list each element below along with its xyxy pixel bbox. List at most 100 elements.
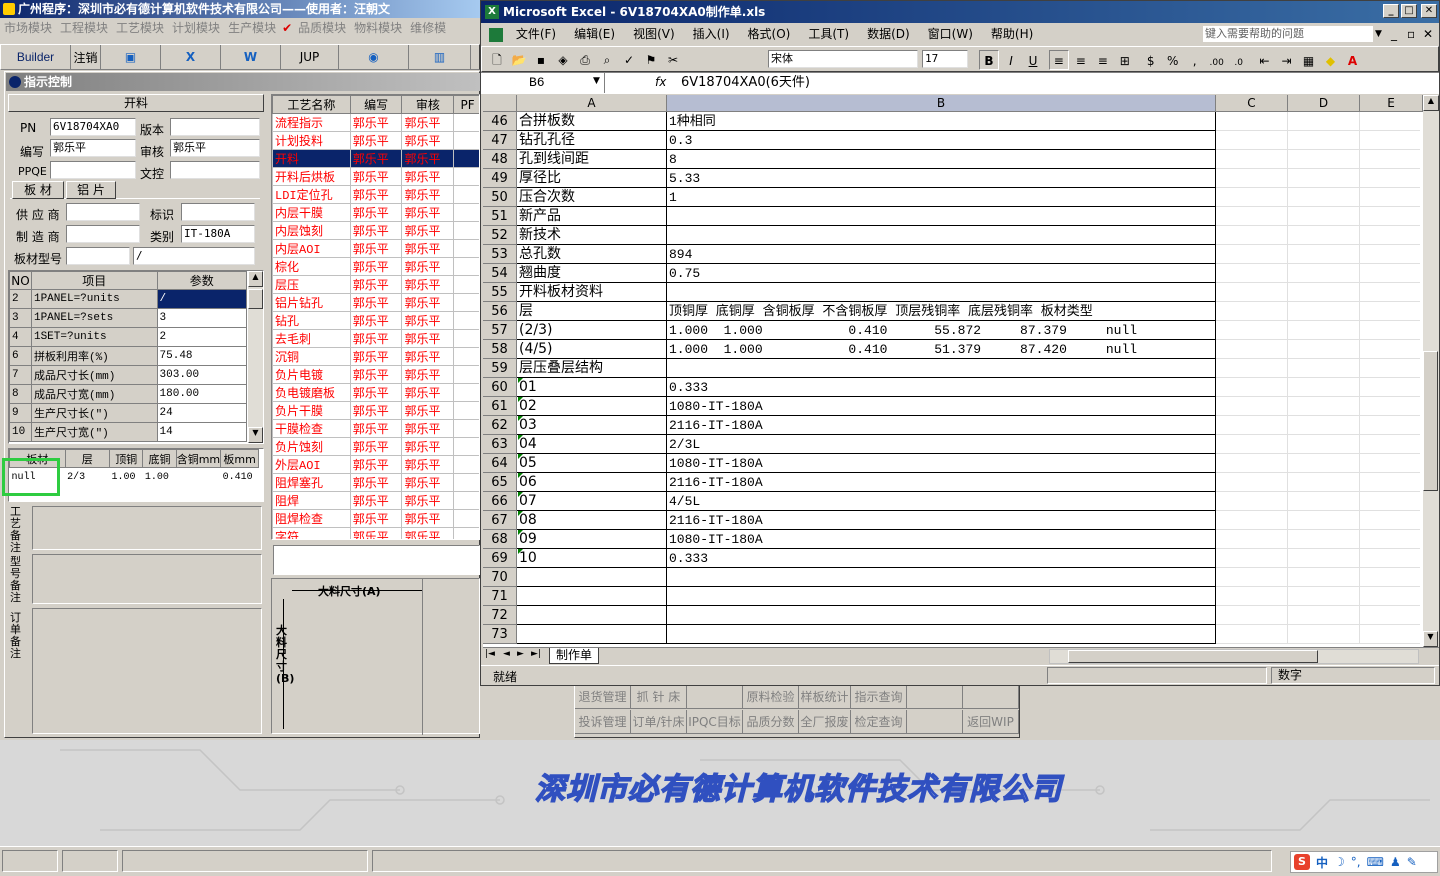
maximize-button[interactable]: □ (1401, 4, 1417, 18)
tab-aluminum[interactable]: 铝 片 (66, 181, 116, 199)
module-button[interactable]: 退货管理 (575, 685, 631, 709)
cell-d[interactable] (1288, 283, 1360, 302)
row-header[interactable]: 72 (483, 606, 517, 625)
cell-a[interactable]: 06 (517, 473, 667, 492)
cell-c[interactable] (1216, 264, 1288, 283)
process-row[interactable]: 负电镀磨板 郭乐平 郭乐平 (272, 383, 479, 402)
cell-e[interactable] (1360, 226, 1420, 245)
name-box-dropdown-icon[interactable]: ▼ (593, 76, 600, 86)
increase-decimal-icon[interactable]: .00 (1207, 53, 1227, 73)
wrench-icon[interactable]: ✎ (1407, 855, 1417, 869)
cell-a[interactable] (517, 568, 667, 587)
cell-a[interactable] (517, 587, 667, 606)
row-header[interactable]: 62 (483, 416, 517, 435)
cell-d[interactable] (1288, 454, 1360, 473)
cell-d[interactable] (1288, 226, 1360, 245)
param-row[interactable]: 8 成品尺寸宽(mm) 180.00 (9, 384, 248, 404)
mark-field[interactable] (181, 203, 255, 221)
cell-c[interactable] (1216, 435, 1288, 454)
cell-b[interactable]: 0.333 (667, 549, 1216, 568)
process-row[interactable]: 阻焊 郭乐平 郭乐平 (272, 491, 479, 510)
module-button[interactable]: 检定查询 (851, 710, 907, 734)
row-header[interactable]: 48 (483, 150, 517, 169)
cell-d[interactable] (1288, 302, 1360, 321)
cell-a[interactable]: 01 (517, 378, 667, 397)
param-row[interactable]: 7 成品尺寸长(mm) 303.00 (9, 365, 248, 385)
bold-button[interactable]: B (979, 50, 999, 70)
underline-button[interactable]: U (1023, 51, 1043, 71)
process-row[interactable]: 开料 郭乐平 郭乐平 (272, 149, 479, 168)
cell-e[interactable] (1360, 435, 1420, 454)
app-menu-item[interactable]: 市场模块 (4, 21, 52, 35)
cell-d[interactable] (1288, 150, 1360, 169)
cell-e[interactable] (1360, 454, 1420, 473)
cell-e[interactable] (1360, 264, 1420, 283)
cell-b[interactable]: 1.000 1.000 0.410 51.379 87.420 null (667, 340, 1216, 359)
process-row[interactable]: 内层干膜 郭乐平 郭乐平 (272, 203, 479, 222)
layer-column-header[interactable]: 板mm (220, 449, 259, 468)
font-name-select[interactable]: 宋体 (768, 50, 918, 68)
module-button[interactable] (907, 685, 963, 709)
close-button[interactable]: ✕ (1421, 4, 1437, 18)
param-table-scrollbar[interactable]: ▲ ▼ (247, 271, 263, 443)
cell-b[interactable] (667, 207, 1216, 226)
toolbar-button[interactable]: 注销 (71, 45, 101, 69)
review-field[interactable]: 郭乐平 (170, 139, 260, 157)
cell-c[interactable] (1216, 302, 1288, 321)
cell-b[interactable] (667, 625, 1216, 644)
cell-b[interactable] (667, 283, 1216, 302)
cell-a[interactable]: 03 (517, 416, 667, 435)
cell-a[interactable]: 层压叠层结构 (517, 359, 667, 378)
cell-e[interactable] (1360, 511, 1420, 530)
tab-sheet-material[interactable]: 板 材 (12, 181, 64, 199)
print-icon[interactable]: ⎙ (575, 50, 595, 70)
row-header[interactable]: 56 (483, 302, 517, 321)
fill-color-icon[interactable]: ◆ (1320, 51, 1340, 71)
row-header[interactable]: 47 (483, 131, 517, 150)
cell-b[interactable]: 1.000 1.000 0.410 55.872 87.379 null (667, 321, 1216, 340)
cell-d[interactable] (1288, 188, 1360, 207)
cell-a[interactable]: 04 (517, 435, 667, 454)
param-row[interactable]: 9 生产尺寸长(") 24 (9, 403, 248, 423)
process-row[interactable]: 干膜检查 郭乐平 郭乐平 (272, 419, 479, 438)
cell-e[interactable] (1360, 549, 1420, 568)
row-header[interactable]: 59 (483, 359, 517, 378)
row-header[interactable]: 66 (483, 492, 517, 511)
cell-d[interactable] (1288, 473, 1360, 492)
excel-menu-item[interactable]: 文件(F) (516, 27, 556, 41)
cell-b[interactable] (667, 606, 1216, 625)
permission-icon[interactable]: ◈ (553, 50, 573, 70)
row-header[interactable]: 70 (483, 568, 517, 587)
process-column-header[interactable]: 编写 (349, 95, 403, 114)
column-header-d[interactable]: D (1288, 95, 1360, 112)
row-header[interactable]: 67 (483, 511, 517, 530)
row-header[interactable]: 64 (483, 454, 517, 473)
vertical-scrollbar[interactable]: ▲ ▼ (1423, 95, 1439, 647)
scroll-up-arrow[interactable]: ▲ (248, 271, 263, 287)
first-sheet-icon[interactable]: |◄ (485, 649, 495, 659)
layer-cell[interactable]: 1.00 (110, 468, 143, 487)
cell-e[interactable] (1360, 492, 1420, 511)
ime-chinese-toggle[interactable]: 中 (1316, 854, 1328, 871)
process-row[interactable]: LDI定位孔 郭乐平 郭乐平 (272, 185, 479, 204)
app-menu-item[interactable]: 工程模块 (60, 21, 108, 35)
cell-d[interactable] (1288, 530, 1360, 549)
module-button[interactable]: 样板统计 (799, 685, 851, 709)
research-icon[interactable]: ⚑ (641, 50, 661, 70)
scroll-thumb[interactable] (248, 289, 263, 309)
font-size-select[interactable]: 17 (922, 50, 968, 68)
cell-e[interactable] (1360, 625, 1420, 644)
cell-c[interactable] (1216, 321, 1288, 340)
moon-icon[interactable]: ☽ (1334, 855, 1345, 869)
process-column-header[interactable]: 审核 (401, 95, 455, 114)
cell-c[interactable] (1216, 549, 1288, 568)
cell-e[interactable] (1360, 473, 1420, 492)
app-menu-item[interactable]: 物料模块 (354, 21, 402, 35)
model-remark-box[interactable] (32, 554, 262, 604)
param-row[interactable]: 6 拼板利用率(%) 75.48 (9, 346, 248, 366)
column-header-e[interactable]: E (1360, 95, 1423, 112)
sheet-tab[interactable]: 制作单 (549, 648, 600, 664)
layer-cell[interactable] (176, 468, 220, 487)
cell-c[interactable] (1216, 397, 1288, 416)
author-field[interactable]: 郭乐平 (50, 139, 136, 157)
